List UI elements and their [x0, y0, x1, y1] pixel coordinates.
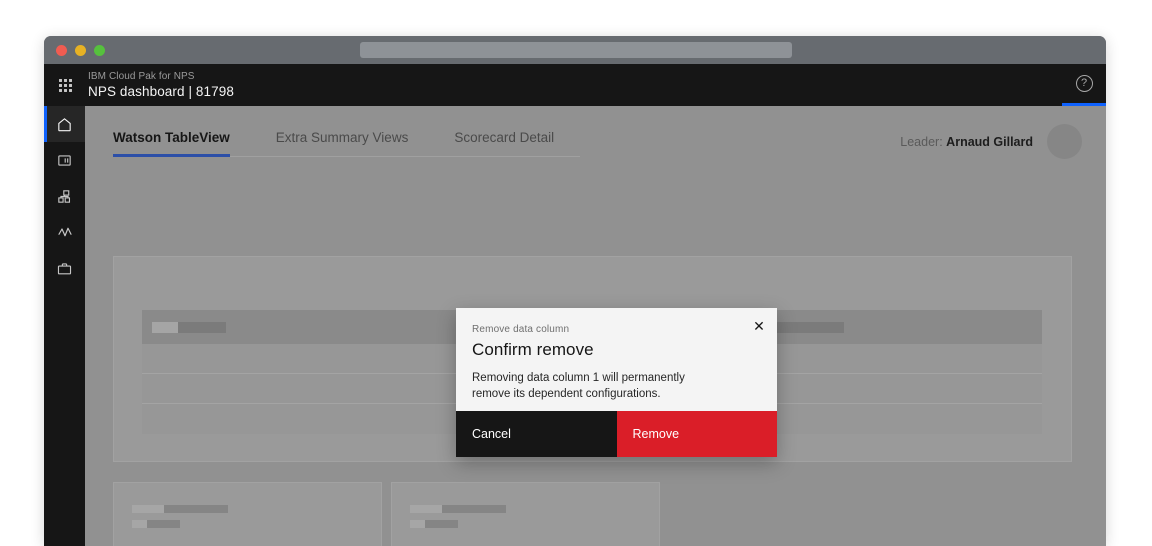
traffic-lights [56, 44, 105, 56]
skeleton-chip [152, 322, 226, 333]
modal-label: Remove data column [472, 324, 570, 335]
tab-scorecard-detail[interactable]: Scorecard Detail [454, 124, 554, 156]
header-titles: IBM Cloud Pak for NPS NPS dashboard | 81… [88, 70, 234, 100]
leader-label-text: Leader: [900, 134, 943, 149]
minimize-window-button[interactable] [75, 44, 86, 56]
skeleton-line [132, 520, 381, 528]
pulse-analytics-icon [57, 227, 72, 237]
briefcase-icon [57, 262, 72, 274]
close-window-button[interactable] [56, 44, 67, 56]
product-name: IBM Cloud Pak for NPS [88, 71, 195, 82]
browser-titlebar [44, 36, 1106, 64]
sidebar-item-home[interactable] [44, 106, 85, 142]
close-icon[interactable]: ✕ [741, 308, 777, 344]
summary-card-right [391, 482, 660, 546]
remove-button[interactable]: Remove [616, 411, 777, 457]
home-icon [58, 117, 71, 131]
zoom-window-button[interactable] [94, 44, 105, 56]
screenshot-root: IBM Cloud Pak for NPS NPS dashboard | 81… [0, 0, 1152, 546]
skeleton-line [410, 520, 659, 528]
skeleton-lines [114, 483, 381, 546]
sidebar-item-portfolio[interactable] [44, 250, 85, 286]
skeleton-lines [392, 483, 659, 546]
help-button[interactable]: ? [1062, 64, 1106, 106]
modal-message: Removing data column 1 will permanently … [472, 372, 685, 400]
side-nav [44, 106, 85, 546]
sidebar-item-columns[interactable] [44, 142, 85, 178]
app-switcher-button[interactable] [44, 64, 86, 106]
avatar[interactable] [1047, 124, 1082, 159]
address-bar[interactable] [360, 42, 792, 58]
hierarchy-tree-icon [58, 189, 71, 203]
sidebar-item-hierarchy[interactable] [44, 178, 85, 214]
help-question-icon: ? [1075, 75, 1093, 92]
skeleton-gap [410, 535, 659, 546]
modal-heading: Confirm remove [472, 340, 594, 359]
columns-panel-icon [58, 154, 71, 166]
grid-icon [58, 78, 72, 92]
skeleton-gap [132, 535, 381, 546]
skeleton-line [132, 505, 381, 513]
modal-footer: Cancel Remove [456, 411, 777, 457]
header-actions: ? [1062, 64, 1106, 106]
app-body: Watson TableView Extra Summary Views Sco… [44, 106, 1106, 546]
content-area: Watson TableView Extra Summary Views Sco… [85, 106, 1106, 546]
cancel-button[interactable]: Cancel [456, 411, 617, 457]
tab-watson-tableview[interactable]: Watson TableView [113, 124, 230, 157]
tab-extra-summary-views[interactable]: Extra Summary Views [276, 124, 409, 156]
confirm-remove-modal: Remove data column Confirm remove Removi… [456, 308, 777, 457]
leader-name: Arnaud Gillard [946, 134, 1033, 149]
leader-strip: Leader: Arnaud Gillard [900, 124, 1082, 159]
modal-body: Remove data column Confirm remove Removi… [456, 308, 777, 411]
page-title: NPS dashboard | 81798 [88, 84, 234, 99]
app-header: IBM Cloud Pak for NPS NPS dashboard | 81… [44, 64, 1106, 106]
sidebar-item-analytics[interactable] [44, 214, 85, 250]
tab-bar: Watson TableView Extra Summary Views Sco… [113, 124, 580, 157]
skeleton-line [410, 505, 659, 513]
browser-window: IBM Cloud Pak for NPS NPS dashboard | 81… [44, 36, 1106, 546]
leader-label: Leader: Arnaud Gillard [900, 135, 1033, 149]
summary-card-left [113, 482, 382, 546]
